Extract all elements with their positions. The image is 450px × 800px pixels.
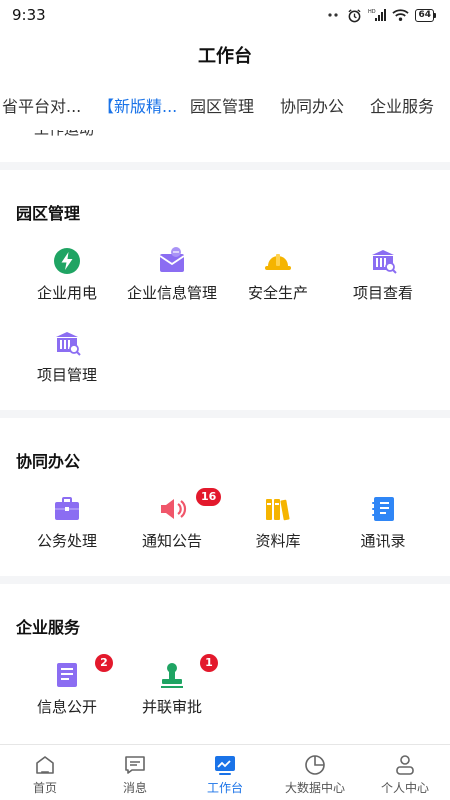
partial-item-label: 工作运动 (34, 130, 94, 139)
lightning-icon (52, 246, 82, 276)
tab-bar: 省平台对... 【新版精... 园区管理 协同办公 企业服务 (0, 80, 450, 130)
nav-messages[interactable]: 消息 (90, 745, 180, 800)
grid-item-label: 项目管理 (36, 366, 97, 384)
nav-label: 大数据中心 (284, 781, 345, 795)
battery-level: 64 (415, 8, 434, 22)
workbench-content[interactable]: 工作运动 园区管理 企业用电 企业信息管理 安全生产 项 (0, 130, 450, 744)
hd-label: HD (368, 9, 376, 15)
briefcase-icon (52, 494, 82, 524)
tab-provincial-platform[interactable]: 省平台对... (2, 93, 81, 117)
grid-item-official-business[interactable]: 公务处理 (11, 494, 123, 554)
nav-label: 首页 (32, 781, 57, 795)
message-icon (123, 753, 147, 777)
grid-item-label: 项目查看 (352, 284, 413, 302)
section-title-service: 企业服务 (16, 618, 81, 637)
grid-item-label: 资料库 (255, 532, 301, 550)
building-search-icon (52, 328, 82, 358)
pie-chart-icon (303, 753, 327, 777)
grid-item-label: 通讯录 (360, 532, 406, 550)
person-icon (393, 753, 417, 777)
grid-item-label: 通知公告 (141, 532, 202, 550)
bottom-nav: 首页 消息 工作台 大数据中心 个人中心 (0, 744, 450, 800)
nav-personal-center[interactable]: 个人中心 (360, 745, 450, 800)
status-bar: 9:33 HD 64 (0, 0, 450, 30)
partial-section: 工作运动 (0, 130, 450, 162)
nav-workbench[interactable]: 工作台 (180, 745, 270, 800)
grid-item-contacts[interactable]: 通讯录 (327, 494, 439, 554)
info-disclosure-badge: 2 (95, 654, 113, 672)
notice-badge: 16 (196, 488, 222, 506)
document-icon (52, 660, 82, 690)
status-time: 9:33 (12, 6, 46, 24)
stamp-icon (157, 660, 187, 690)
grid-item-project-management[interactable]: 项目管理 (11, 328, 123, 388)
nav-home[interactable]: 首页 (0, 745, 90, 800)
parallel-approval-badge: 1 (200, 654, 218, 672)
speaker-icon (157, 494, 187, 524)
wifi-icon (392, 8, 410, 22)
tab-park-management[interactable]: 园区管理 (190, 93, 254, 117)
grid-item-label: 企业用电 (36, 284, 97, 302)
tab-enterprise-service[interactable]: 企业服务 (370, 93, 434, 117)
grid-item-library[interactable]: 资料库 (222, 494, 334, 554)
tab-collaborative-office[interactable]: 协同办公 (280, 93, 344, 117)
hardhat-icon (263, 246, 293, 276)
section-collaborative-office: 协同办公 公务处理 16 通知公告 资料库 通讯录 (0, 418, 450, 576)
grid-item-notice[interactable]: 16 通知公告 (116, 488, 228, 554)
page-title: 工作台 (198, 46, 252, 67)
nav-big-data[interactable]: 大数据中心 (270, 745, 360, 800)
grid-item-label: 安全生产 (247, 284, 308, 302)
grid-item-project-view[interactable]: 项目查看 (327, 246, 439, 306)
battery-icon: 64 (415, 8, 436, 22)
grid-item-enterprise-info[interactable]: 企业信息管理 (116, 246, 228, 306)
grid-item-label: 企业信息管理 (126, 284, 217, 302)
section-title-park: 园区管理 (16, 204, 81, 223)
home-icon (33, 753, 57, 777)
section-enterprise-service: 企业服务 2 信息公开 1 并联审批 (0, 584, 450, 744)
grid-item-safety-production[interactable]: 安全生产 (222, 246, 334, 306)
grid-item-label: 公务处理 (36, 532, 97, 550)
nav-label: 消息 (122, 781, 147, 795)
section-park-management: 园区管理 企业用电 企业信息管理 安全生产 项目查看 项目管理 (0, 170, 450, 410)
grid-item-label: 并联审批 (141, 698, 202, 716)
envelope-icon (157, 246, 187, 276)
status-icons: HD 64 (327, 8, 436, 23)
nav-label: 工作台 (206, 781, 243, 795)
more-dots-icon (327, 8, 341, 22)
grid-item-parallel-approval[interactable]: 1 并联审批 (116, 654, 228, 720)
title-bar: 工作台 (0, 30, 450, 80)
building-search-icon (368, 246, 398, 276)
signal-icon: HD (368, 8, 387, 22)
alarm-icon (347, 8, 362, 23)
workbench-icon (213, 753, 237, 777)
grid-item-label: 信息公开 (36, 698, 97, 716)
tab-new-version[interactable]: 【新版精... (98, 93, 177, 117)
books-icon (263, 494, 293, 524)
nav-label: 个人中心 (380, 781, 429, 795)
contacts-icon (368, 494, 398, 524)
grid-item-enterprise-power[interactable]: 企业用电 (11, 246, 123, 306)
grid-item-info-disclosure[interactable]: 2 信息公开 (11, 654, 123, 720)
section-title-collab: 协同办公 (16, 452, 81, 471)
